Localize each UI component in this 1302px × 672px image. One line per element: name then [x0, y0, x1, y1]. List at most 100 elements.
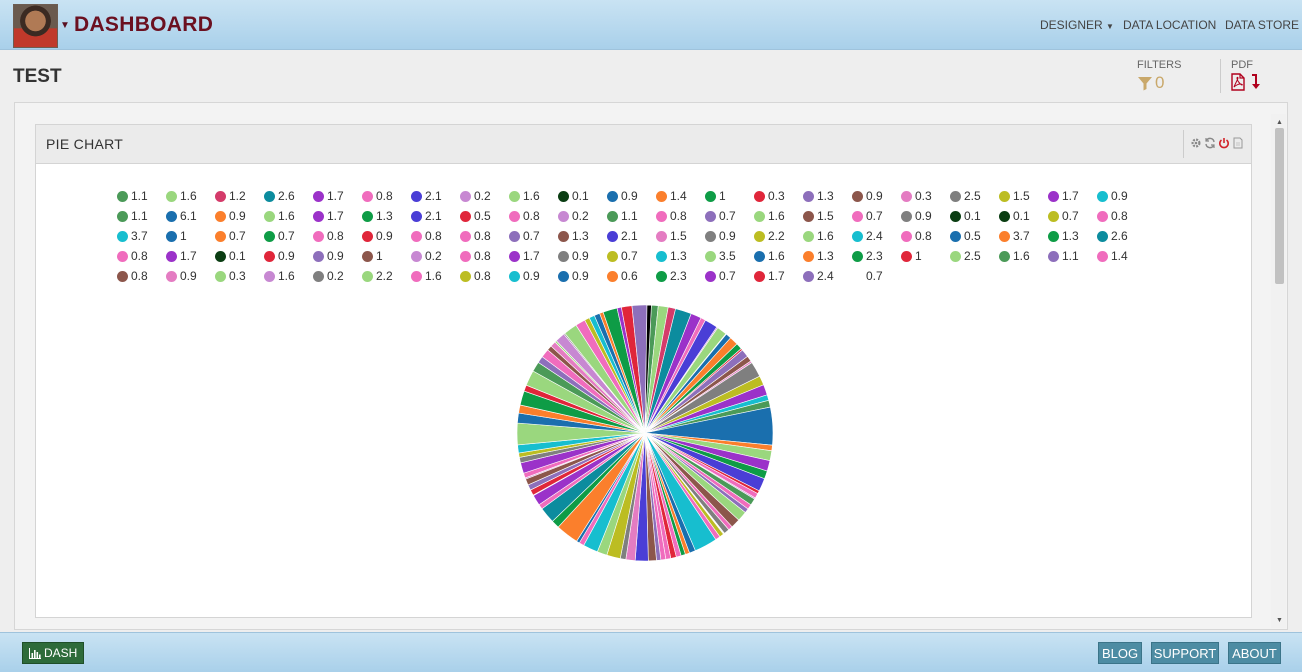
- legend-item[interactable]: 0.8: [509, 209, 540, 223]
- legend-item[interactable]: 0.8: [1097, 209, 1128, 223]
- legend-item[interactable]: 0.7: [705, 269, 736, 283]
- legend-item[interactable]: 0.8: [901, 229, 932, 243]
- legend-item[interactable]: 1.7: [166, 249, 197, 263]
- filters-count[interactable]: 0: [1155, 73, 1164, 93]
- legend-item[interactable]: 1.7: [313, 189, 344, 203]
- legend-item[interactable]: 0.8: [117, 269, 148, 283]
- legend-item[interactable]: 1.6: [264, 209, 295, 223]
- legend-item[interactable]: 0.7: [607, 249, 638, 263]
- legend-item[interactable]: 0.9: [362, 229, 393, 243]
- legend-item[interactable]: 1.3: [803, 249, 834, 263]
- legend-item[interactable]: 1.3: [362, 209, 393, 223]
- legend-item[interactable]: 0.9: [313, 249, 344, 263]
- legend-item[interactable]: 0.5: [460, 209, 491, 223]
- power-icon[interactable]: [1218, 137, 1230, 149]
- pdf-file-icon[interactable]: [1230, 73, 1246, 91]
- legend-item[interactable]: 0.1: [215, 249, 246, 263]
- nav-designer[interactable]: DESIGNER ▼: [1040, 18, 1114, 32]
- legend-item[interactable]: 2.2: [754, 229, 785, 243]
- legend-item[interactable]: 0.2: [411, 249, 442, 263]
- gear-icon[interactable]: [1190, 137, 1202, 149]
- legend-item[interactable]: 1.6: [999, 249, 1030, 263]
- legend-item[interactable]: 0.7: [215, 229, 246, 243]
- legend-item[interactable]: 1.7: [754, 269, 785, 283]
- legend-item[interactable]: 1.1: [1048, 249, 1079, 263]
- legend-item[interactable]: 1.6: [754, 249, 785, 263]
- legend-item[interactable]: 0.9: [1097, 189, 1128, 203]
- legend-item[interactable]: 0.7: [852, 209, 883, 223]
- legend-item[interactable]: 0.9: [558, 249, 589, 263]
- user-avatar[interactable]: [13, 4, 58, 48]
- filter-icon[interactable]: [1137, 75, 1153, 91]
- legend-item[interactable]: 1.6: [509, 189, 540, 203]
- legend-item[interactable]: 2.6: [1097, 229, 1128, 243]
- legend-item[interactable]: 0.1: [950, 209, 981, 223]
- legend-item[interactable]: 3.5: [705, 249, 736, 263]
- legend-item[interactable]: 3.7: [999, 229, 1030, 243]
- legend-item[interactable]: 1.1: [607, 209, 638, 223]
- legend-item[interactable]: 0.2: [460, 189, 491, 203]
- legend-item[interactable]: 6.1: [166, 209, 197, 223]
- legend-item[interactable]: 3.7: [117, 229, 148, 243]
- legend-item[interactable]: 0.6: [607, 269, 638, 283]
- legend-item[interactable]: 2.3: [656, 269, 687, 283]
- nav-data-store[interactable]: DATA STORE: [1225, 18, 1299, 32]
- legend-item[interactable]: 0.3: [215, 269, 246, 283]
- app-title[interactable]: DASHBOARD: [74, 13, 213, 37]
- legend-item[interactable]: 1.2: [215, 189, 246, 203]
- legend-item[interactable]: 0.9: [264, 249, 295, 263]
- pdf-export-icon[interactable]: [1232, 137, 1244, 149]
- legend-item[interactable]: 0.8: [411, 229, 442, 243]
- legend-item[interactable]: 1.1: [117, 189, 148, 203]
- legend-item[interactable]: 1.3: [656, 249, 687, 263]
- legend-item[interactable]: 0.1: [999, 209, 1030, 223]
- legend-item[interactable]: 0.8: [656, 209, 687, 223]
- legend-item[interactable]: 2.5: [950, 189, 981, 203]
- legend-item[interactable]: 1.7: [313, 209, 344, 223]
- nav-data-location[interactable]: DATA LOCATION: [1123, 18, 1216, 32]
- legend-item[interactable]: 1.3: [1048, 229, 1079, 243]
- legend-item[interactable]: 1.6: [754, 209, 785, 223]
- legend-item[interactable]: 1: [362, 249, 383, 263]
- legend-item[interactable]: 0.7: [705, 209, 736, 223]
- legend-item[interactable]: 2.1: [411, 209, 442, 223]
- legend-item[interactable]: 0.8: [117, 249, 148, 263]
- legend-item[interactable]: 0.8: [362, 189, 393, 203]
- legend-item[interactable]: 2.6: [264, 189, 295, 203]
- legend-item[interactable]: 0.9: [509, 269, 540, 283]
- legend-item[interactable]: 0.9: [705, 229, 736, 243]
- legend-item[interactable]: 2.2: [362, 269, 393, 283]
- legend-item[interactable]: 0.2: [313, 269, 344, 283]
- legend-item[interactable]: 0.2: [558, 209, 589, 223]
- legend-item[interactable]: 0.7: [1048, 209, 1079, 223]
- legend-item[interactable]: 1.6: [166, 189, 197, 203]
- legend-item[interactable]: 0.3: [901, 189, 932, 203]
- support-button[interactable]: SUPPORT: [1151, 642, 1219, 664]
- legend-item[interactable]: 0.9: [852, 189, 883, 203]
- legend-item[interactable]: 2.1: [607, 229, 638, 243]
- scroll-down-icon[interactable]: ▼: [1276, 617, 1283, 624]
- legend-item[interactable]: 1.7: [1048, 189, 1079, 203]
- legend-item[interactable]: 1.6: [264, 269, 295, 283]
- legend-item[interactable]: 0.8: [460, 229, 491, 243]
- legend-item[interactable]: 1.4: [1097, 249, 1128, 263]
- about-button[interactable]: ABOUT: [1228, 642, 1281, 664]
- legend-item[interactable]: 2.3: [852, 249, 883, 263]
- legend-item[interactable]: 0.1: [558, 189, 589, 203]
- legend-item[interactable]: 1.4: [656, 189, 687, 203]
- legend-item[interactable]: 1.1: [117, 209, 148, 223]
- legend-item[interactable]: 0.8: [313, 229, 344, 243]
- legend-item[interactable]: 0.5: [950, 229, 981, 243]
- legend-item[interactable]: 2.4: [852, 229, 883, 243]
- legend-item[interactable]: 2.5: [950, 249, 981, 263]
- legend-item[interactable]: 0.9: [166, 269, 197, 283]
- legend-item[interactable]: 1: [901, 249, 922, 263]
- legend-item[interactable]: 0.8: [460, 269, 491, 283]
- legend-item[interactable]: 1.3: [803, 189, 834, 203]
- legend-item[interactable]: 0.9: [558, 269, 589, 283]
- legend-item[interactable]: 2.4: [803, 269, 834, 283]
- legend-item[interactable]: 1.6: [803, 229, 834, 243]
- legend-item[interactable]: 0.8: [460, 249, 491, 263]
- avatar-caret-icon[interactable]: ▼: [60, 20, 70, 31]
- download-arrow-icon[interactable]: [1250, 74, 1261, 90]
